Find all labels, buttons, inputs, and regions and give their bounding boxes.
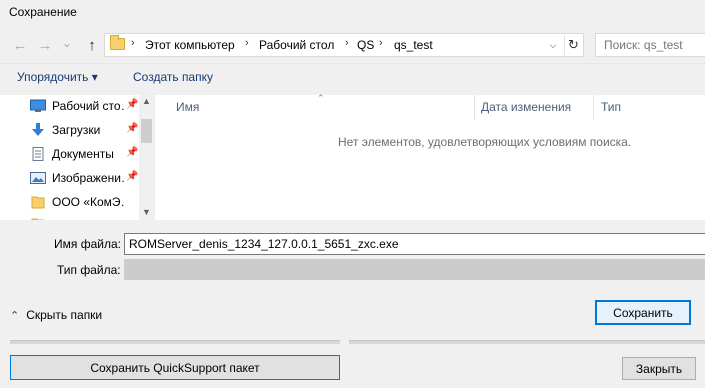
folder-icon [110,35,125,50]
pin-icon[interactable]: 📌 [126,171,138,182]
sidebar-item-label: Загрузки [52,123,101,137]
pin-icon[interactable]: 📌 [126,99,138,110]
toolbar-divider [0,63,705,64]
sidebar-item-label: Изображени… [52,171,126,185]
navigation-pane: Рабочий сто… 📌 Загрузки 📌 Документы 📌 Из… [0,95,154,220]
address-dropdown-icon[interactable]: ⌵ [545,37,561,53]
save-button[interactable]: Сохранить [595,300,691,325]
file-list: ⌃ Имя Дата изменения Тип Нет элементов, … [155,93,705,220]
window-title: Сохранение [9,5,77,19]
sort-ascending-icon: ⌃ [317,93,325,103]
sidebar-item-label: ООО «КомЭ… [52,195,126,209]
footer-divider [10,340,340,344]
column-header-date[interactable]: Дата изменения [481,100,571,114]
sidebar-item-pictures[interactable]: Изображени… 📌 [30,167,148,189]
chevron-up-icon: ⌃ [10,309,20,322]
sidebar-item-downloads[interactable]: Загрузки 📌 [30,119,148,141]
filetype-label: Тип файла: [57,263,121,277]
column-divider[interactable] [593,95,594,120]
back-arrow-icon[interactable]: ← [10,35,30,55]
filename-input[interactable] [125,234,705,254]
breadcrumb-desktop[interactable]: Рабочий стол [259,38,334,52]
address-bar[interactable]: › Этот компьютер › Рабочий стол › QS › q… [104,33,584,57]
scroll-down-icon[interactable]: ▼ [139,207,154,217]
up-arrow-icon[interactable]: ↑ [82,35,102,55]
hide-folders-toggle[interactable]: ⌃ Скрыть папки [10,308,102,322]
sidebar-item-label: Рабочий сто… [52,99,126,113]
folder-icon [30,217,46,220]
filename-field[interactable] [124,233,705,255]
sidebar-item-desktop[interactable]: Рабочий сто… 📌 [30,95,148,117]
folder-icon [30,195,46,209]
sidebar-item-partial[interactable] [30,213,148,220]
desktop-icon [30,99,46,113]
download-icon [30,123,46,137]
new-folder-button[interactable]: Создать папку [133,70,213,84]
sidebar-item-label: Документы [52,147,114,161]
organize-button[interactable]: Упорядочить ▾ [17,70,98,84]
refresh-icon[interactable]: ↻ [564,35,582,55]
chevron-right-icon[interactable]: › [345,37,349,49]
column-header-type[interactable]: Тип [601,100,621,114]
pin-icon[interactable]: 📌 [126,147,138,158]
breadcrumb-this-pc[interactable]: Этот компьютер [145,38,235,52]
chevron-right-icon[interactable]: › [131,37,135,49]
sidebar-item-company-folder[interactable]: ООО «КомЭ… [30,191,148,213]
search-box[interactable] [595,33,705,57]
hide-folders-label: Скрыть папки [26,308,103,322]
footer-divider [349,340,705,344]
save-quicksupport-button[interactable]: Сохранить QuickSupport пакет [10,355,340,380]
empty-list-message: Нет элементов, удовлетворяющих условиям … [338,135,632,149]
breadcrumb-qs-test[interactable]: qs_test [394,38,433,52]
scroll-up-icon[interactable]: ▲ [139,96,154,106]
sidebar-item-documents[interactable]: Документы 📌 [30,143,148,165]
pictures-icon [30,171,46,185]
filename-label: Имя файла: [54,237,121,251]
column-divider[interactable] [474,95,475,120]
navigation-scrollbar[interactable]: ▲ ▼ [139,95,154,220]
search-input[interactable] [596,34,705,56]
documents-icon [30,147,46,161]
chevron-right-icon[interactable]: › [245,37,249,49]
close-button[interactable]: Закрыть [622,357,696,380]
pin-icon[interactable]: 📌 [126,123,138,134]
filetype-select[interactable] [124,259,705,280]
scrollbar-thumb[interactable] [141,119,152,143]
forward-arrow-icon[interactable]: → [35,35,55,55]
column-header-name[interactable]: Имя [176,100,199,114]
recent-locations-dropdown-icon[interactable]: ⌄ [60,33,74,53]
chevron-right-icon[interactable]: › [379,37,383,49]
breadcrumb-qs[interactable]: QS [357,38,374,52]
